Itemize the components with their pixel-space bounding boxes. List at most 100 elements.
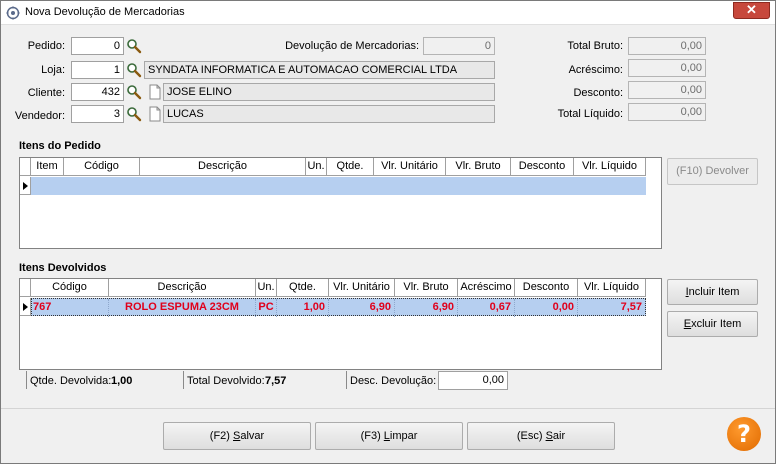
- column-header[interactable]: Vlr. Bruto: [395, 279, 458, 297]
- status-separator: [346, 371, 347, 389]
- desc-devolucao-field[interactable]: 0,00: [438, 371, 508, 390]
- limpar-button[interactable]: (F3) Limpar: [315, 422, 463, 450]
- cell-qtde: 1,00: [277, 299, 329, 317]
- main-window: Nova Devolução de Mercadorias ✕ Pedido: …: [0, 0, 776, 464]
- cell-acrescimo: 0,67: [458, 299, 515, 317]
- button-text: (Esc): [516, 430, 546, 442]
- column-header[interactable]: Vlr. Líquido: [574, 158, 646, 176]
- button-hotkey: E: [683, 318, 692, 330]
- column-header[interactable]: Vlr. Líquido: [578, 279, 646, 297]
- loja-field[interactable]: 1: [71, 61, 124, 79]
- help-icon[interactable]: ?: [727, 417, 761, 451]
- itens-devolvidos-title: Itens Devolvidos: [19, 262, 107, 274]
- search-icon[interactable]: [126, 84, 142, 100]
- devolucao-field: 0: [423, 37, 495, 55]
- devolver-button[interactable]: (F10) Devolver: [667, 158, 758, 185]
- document-icon[interactable]: [147, 106, 163, 122]
- qtde-devolvida-value: 1,00: [111, 375, 133, 387]
- row-indicator-icon: [23, 303, 28, 311]
- button-text: alvar: [240, 430, 265, 442]
- column-header[interactable]: Vlr. Unitário: [374, 158, 446, 176]
- button-text: impar: [389, 430, 418, 442]
- window-title: Nova Devolução de Mercadorias: [25, 6, 185, 18]
- column-header[interactable]: Desconto: [515, 279, 578, 297]
- search-icon[interactable]: [126, 106, 142, 122]
- itens-pedido-grid[interactable]: Item Código Descrição Un. Qtde. Vlr. Uni…: [19, 157, 662, 249]
- cell-vlr-unitario: 6,90: [329, 299, 395, 317]
- title-bar: Nova Devolução de Mercadorias ✕: [1, 1, 775, 25]
- vendedor-field[interactable]: 3: [71, 105, 124, 123]
- search-icon[interactable]: [126, 38, 142, 54]
- column-header[interactable]: Qtde.: [327, 158, 374, 176]
- column-header[interactable]: Vlr. Bruto: [446, 158, 511, 176]
- column-header[interactable]: Descrição: [109, 279, 256, 297]
- salvar-button[interactable]: (F2) Salvar: [163, 422, 311, 450]
- acrescimo-field: 0,00: [628, 59, 706, 77]
- indicator-column-header: [20, 279, 31, 297]
- column-header[interactable]: Un.: [306, 158, 327, 176]
- column-header[interactable]: Un.: [256, 279, 277, 297]
- total-devolvido-value: 7,57: [265, 375, 287, 387]
- loja-description: SYNDATA INFORMATICA E AUTOMACAO COMERCIA…: [144, 61, 495, 79]
- devolucao-label: Devolução de Mercadorias:: [285, 40, 419, 52]
- empty-selected-row[interactable]: [31, 177, 646, 195]
- incluir-item-button[interactable]: Incluir Item: [667, 279, 758, 305]
- indicator-column-header: [20, 158, 31, 176]
- column-header[interactable]: Qtde.: [277, 279, 329, 297]
- cell-un: PC: [256, 299, 277, 317]
- document-icon[interactable]: [147, 84, 163, 100]
- vendedor-description: LUCAS: [163, 105, 495, 123]
- cliente-description: JOSE ELINO: [163, 83, 495, 101]
- cell-descricao: ROLO ESPUMA 23CM: [109, 299, 256, 317]
- status-bar: Qtde. Devolvida: 1,00 Total Devolvido: 7…: [19, 371, 516, 393]
- column-header[interactable]: Código: [31, 279, 109, 297]
- column-header[interactable]: Código: [64, 158, 140, 176]
- cell-vlr-liquido: 7,57: [620, 301, 642, 313]
- cliente-label: Cliente:: [27, 87, 65, 99]
- total-bruto-label: Total Bruto:: [567, 40, 623, 52]
- column-header[interactable]: Descrição: [140, 158, 306, 176]
- button-text: ncluir Item: [688, 286, 740, 298]
- desc-devolucao-label: Desc. Devolução:: [350, 375, 437, 387]
- button-hotkey: S: [545, 430, 553, 442]
- itens-pedido-header: Item Código Descrição Un. Qtde. Vlr. Uni…: [20, 158, 646, 176]
- itens-devolvidos-header: Código Descrição Un. Qtde. Vlr. Unitário…: [20, 279, 646, 297]
- table-row[interactable]: 767 ROLO ESPUMA 23CM PC 1,00 6,90 6,90 0…: [31, 298, 646, 317]
- button-text: air: [552, 430, 566, 442]
- button-text: (F2): [209, 430, 234, 442]
- search-icon[interactable]: [126, 62, 142, 78]
- acrescimo-label: Acréscimo:: [568, 64, 623, 76]
- row-indicator[interactable]: [20, 177, 31, 195]
- column-header[interactable]: Vlr. Unitário: [329, 279, 395, 297]
- loja-label: Loja:: [41, 64, 65, 76]
- status-separator: [183, 371, 184, 389]
- column-header[interactable]: Desconto: [511, 158, 574, 176]
- column-header[interactable]: Acréscimo: [458, 279, 515, 297]
- qtde-devolvida-label: Qtde. Devolvida:: [30, 375, 112, 387]
- app-icon: [6, 6, 20, 20]
- total-bruto-field: 0,00: [628, 37, 706, 55]
- button-text: (F3): [360, 430, 384, 442]
- column-header[interactable]: Item: [31, 158, 64, 176]
- vendedor-label: Vendedor:: [14, 110, 65, 122]
- desconto-label: Desconto:: [573, 87, 623, 99]
- row-indicator-icon: [23, 182, 28, 190]
- row-indicator[interactable]: [20, 298, 31, 316]
- sair-button[interactable]: (Esc) Sair: [467, 422, 615, 450]
- desconto-field: 0,00: [628, 81, 706, 99]
- total-liquido-label: Total Líquido:: [557, 108, 623, 120]
- cell-vlr-bruto: 6,90: [395, 299, 458, 317]
- bottom-divider: [1, 408, 775, 409]
- excluir-item-button[interactable]: Excluir Item: [667, 311, 758, 337]
- cliente-field[interactable]: 432: [71, 83, 124, 101]
- total-liquido-field: 0,00: [628, 103, 706, 121]
- status-separator: [26, 371, 27, 389]
- itens-pedido-title: Itens do Pedido: [19, 140, 101, 152]
- close-button[interactable]: ✕: [733, 2, 770, 19]
- total-devolvido-label: Total Devolvido:: [187, 375, 265, 387]
- pedido-field[interactable]: 0: [71, 37, 124, 55]
- cell-desconto: 0,00: [515, 299, 578, 317]
- pedido-label: Pedido:: [27, 40, 65, 52]
- button-text: xcluir Item: [691, 318, 742, 330]
- itens-devolvidos-grid[interactable]: Código Descrição Un. Qtde. Vlr. Unitário…: [19, 278, 662, 370]
